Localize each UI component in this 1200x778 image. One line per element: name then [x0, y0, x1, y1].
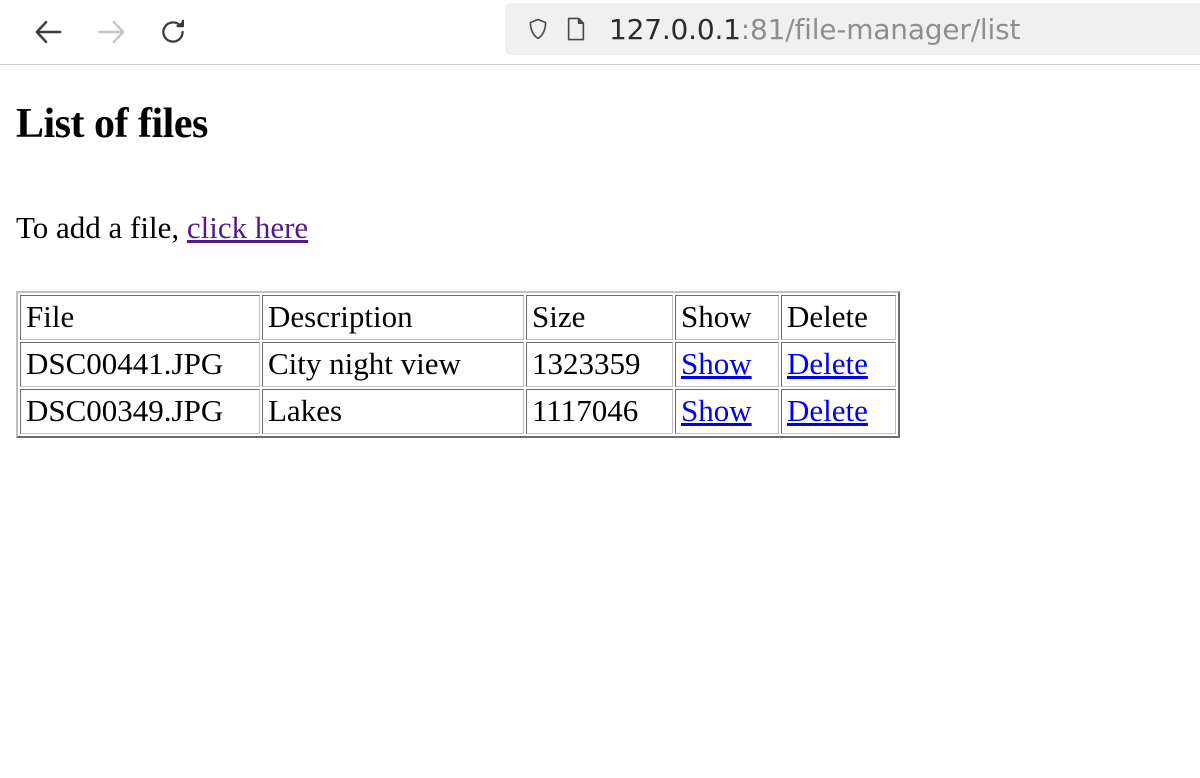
- table-row: DSC00349.JPG Lakes 1117046 Show Delete: [20, 388, 896, 434]
- header-file: File: [20, 295, 260, 341]
- reload-icon: [157, 16, 189, 48]
- add-file-prefix: To add a file,: [16, 210, 187, 246]
- back-button[interactable]: [18, 6, 80, 58]
- cell-size: 1323359: [526, 342, 673, 387]
- add-file-instruction: To add a file, click here: [16, 209, 1184, 246]
- url-text[interactable]: 127.0.0.1:81/file-manager/list: [609, 13, 1020, 46]
- page-icon[interactable]: [559, 12, 593, 46]
- cell-show[interactable]: Show: [675, 388, 779, 434]
- header-show: Show: [675, 295, 779, 341]
- files-table: File Description Size Show Delete DSC004…: [16, 291, 900, 438]
- cell-size: 1117046: [526, 388, 673, 434]
- arrow-left-icon: [32, 15, 66, 49]
- forward-button[interactable]: [80, 6, 142, 58]
- cell-file-name: DSC00441.JPG: [20, 342, 260, 387]
- shield-icon[interactable]: [521, 12, 555, 46]
- header-description: Description: [262, 295, 524, 341]
- cell-delete[interactable]: Delete: [781, 388, 896, 434]
- page-content: List of files To add a file, click here …: [0, 101, 1200, 778]
- show-link[interactable]: Show: [681, 346, 752, 381]
- url-path: :81/file-manager/list: [740, 12, 1021, 46]
- url-host: 127.0.0.1: [609, 12, 741, 46]
- page-title: List of files: [16, 101, 208, 147]
- cell-file-name: DSC00349.JPG: [20, 388, 260, 434]
- arrow-right-icon: [94, 15, 128, 49]
- header-size: Size: [526, 295, 673, 341]
- cell-description: Lakes: [262, 388, 524, 434]
- header-delete: Delete: [781, 295, 896, 341]
- browser-toolbar: 127.0.0.1:81/file-manager/list: [0, 0, 1200, 65]
- cell-description: City night view: [262, 342, 524, 387]
- table-row: DSC00441.JPG City night view 1323359 Sho…: [20, 342, 896, 387]
- show-link[interactable]: Show: [681, 393, 752, 428]
- cell-show[interactable]: Show: [675, 342, 779, 387]
- cell-delete[interactable]: Delete: [781, 342, 896, 387]
- address-bar[interactable]: 127.0.0.1:81/file-manager/list: [505, 3, 1200, 55]
- navigation-buttons: [0, 6, 204, 58]
- reload-button[interactable]: [142, 6, 204, 58]
- delete-link[interactable]: Delete: [787, 393, 868, 428]
- table-header-row: File Description Size Show Delete: [20, 295, 896, 341]
- delete-link[interactable]: Delete: [787, 346, 868, 381]
- add-file-link[interactable]: click here: [187, 210, 308, 245]
